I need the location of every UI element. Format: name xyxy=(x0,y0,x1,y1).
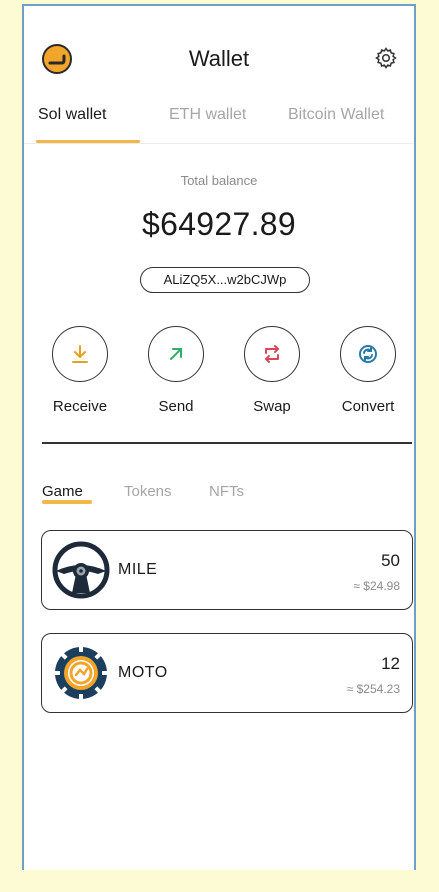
bottom-strip xyxy=(0,870,439,892)
convert-label: Convert xyxy=(341,398,395,415)
download-icon xyxy=(52,326,108,382)
tab-tokens[interactable]: Tokens xyxy=(124,483,172,500)
list-item-mile[interactable]: MILE 50 ≈ $24.98 xyxy=(41,530,413,610)
gear-wheel-icon xyxy=(52,644,110,702)
total-balance-value: $64927.89 xyxy=(142,206,296,242)
tab-nfts[interactable]: NFTs xyxy=(209,483,244,500)
tab-eth-wallet[interactable]: ETH wallet xyxy=(169,106,246,124)
convert-button[interactable]: Convert xyxy=(328,326,408,415)
wallet-address-pill[interactable]: ALiZQ5X...w2bCJWp xyxy=(140,267,310,293)
gear-icon[interactable] xyxy=(374,46,398,70)
asset-usd-value: ≈ $24.98 xyxy=(353,579,400,593)
asset-name: MILE xyxy=(118,561,158,578)
asset-amount: 50 xyxy=(381,551,400,570)
arrow-up-right-icon xyxy=(148,326,204,382)
send-button[interactable]: Send xyxy=(136,326,216,415)
list-item-moto[interactable]: MOTO 12 ≈ $254.23 xyxy=(41,633,413,713)
steering-wheel-icon xyxy=(52,541,110,599)
send-label: Send xyxy=(158,398,194,415)
phone-frame: Wallet Sol wallet ETH wallet Bitcoin Wal… xyxy=(22,4,416,892)
page-title: Wallet xyxy=(188,46,250,71)
asset-amount: 12 xyxy=(381,654,400,673)
tab-game[interactable]: Game xyxy=(42,483,83,500)
refresh-icon xyxy=(340,326,396,382)
swap-button[interactable]: Swap xyxy=(232,326,312,415)
tab-bitcoin-wallet[interactable]: Bitcoin Wallet xyxy=(288,106,384,124)
action-row: Receive Send Swap Convert xyxy=(24,326,414,416)
total-balance-label: Total balance xyxy=(180,173,258,188)
tabs-divider xyxy=(24,143,414,144)
receive-label: Receive xyxy=(52,398,108,415)
asset-name: MOTO xyxy=(118,664,168,681)
asset-usd-value: ≈ $254.23 xyxy=(346,682,400,696)
swap-icon xyxy=(244,326,300,382)
header: Wallet xyxy=(24,44,414,88)
section-divider xyxy=(42,442,412,444)
swap-label: Swap xyxy=(253,398,291,415)
active-asset-tab-indicator xyxy=(42,500,92,504)
tab-sol-wallet[interactable]: Sol wallet xyxy=(38,106,106,124)
receive-button[interactable]: Receive xyxy=(40,326,120,415)
